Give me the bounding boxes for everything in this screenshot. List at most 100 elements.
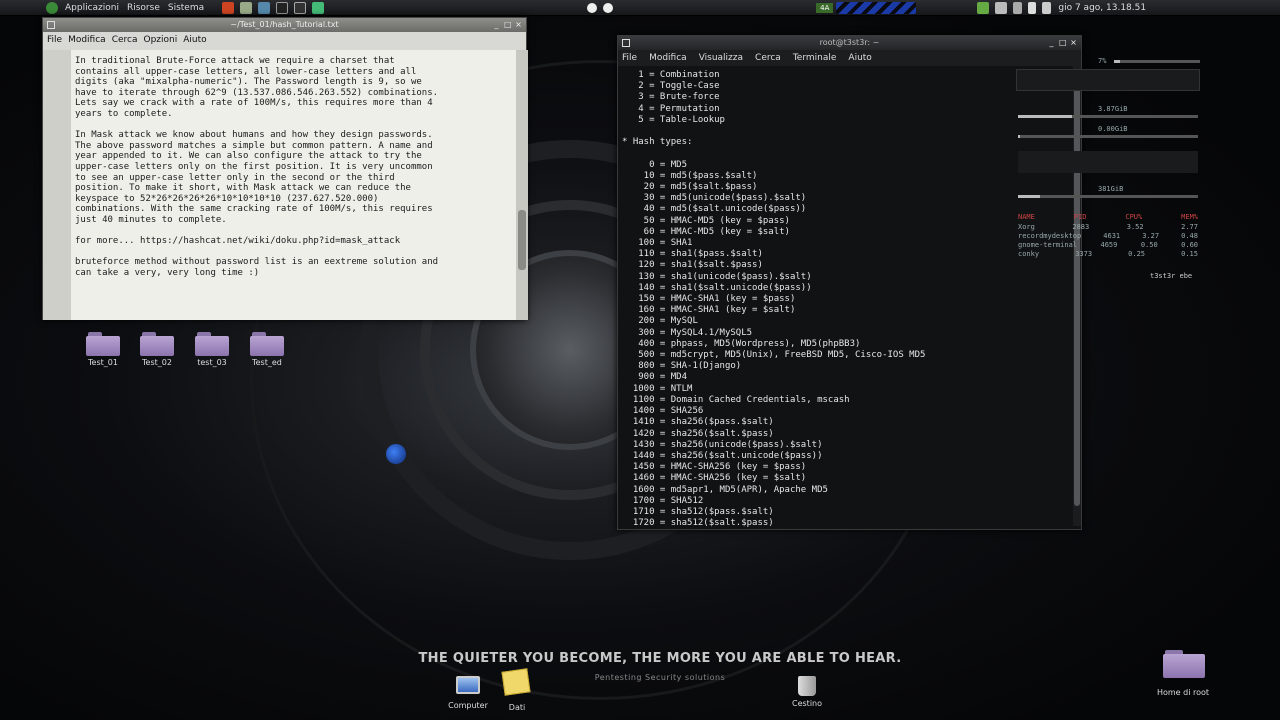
minimize-icon[interactable]: _ [493,18,500,32]
trash-label[interactable]: Cestino [772,699,842,708]
editor-titlebar[interactable]: ~/Test_01/hash_Tutorial.txt _ □ × [43,18,526,32]
filezilla-icon[interactable] [222,1,235,14]
editor-line: position. To make it short, with Mask at… [75,183,411,194]
terminal-line: 1430 = sha256(unicode($pass).$salt) [622,439,823,450]
scrollbar-thumb[interactable] [518,210,526,270]
clock[interactable]: gio 7 ago, 13.18.51 [1054,0,1150,16]
terminal-line: 1100 = Domain Cached Credentials, mscash [622,394,850,405]
editor-title: ~/Test_01/hash_Tutorial.txt [230,20,339,29]
menu-sistema[interactable]: Sistema [164,0,208,16]
editor-scrollbar[interactable] [516,50,528,320]
kali-menu-icon[interactable] [46,1,58,14]
editor-line: In Mask attack we know about humans and … [75,130,433,141]
folder-label[interactable]: Test_ed [232,358,302,367]
close-icon[interactable]: × [1070,36,1077,50]
window-menu-icon[interactable] [622,39,630,47]
terminal-line: 4 = Permutation [622,103,720,114]
blue-light-icon [386,444,406,464]
menu-modifica[interactable]: Modifica [68,35,106,45]
editor-line: can take a very, very long time :) [75,267,260,278]
computer-icon[interactable] [456,676,480,694]
network-icon[interactable] [258,1,271,14]
editor-line: bruteforce method without password list … [75,257,439,268]
disk-value: 381GiB [1098,185,1124,193]
user-icon[interactable] [1042,1,1052,14]
cpu-graph [1016,69,1200,91]
maximize-icon[interactable]: □ [504,18,512,32]
menu-cerca[interactable]: Cerca [755,53,781,63]
editor-line: keyspace to 52*26*26*26*26*10*10*10*10 (… [75,193,379,204]
text-editor-icon[interactable] [240,1,253,14]
trash-icon[interactable] [798,676,816,696]
notes-icon[interactable] [501,668,531,696]
media-player-icon[interactable] [587,2,598,13]
web-browser-icon[interactable] [312,1,325,14]
menu-file[interactable]: File [622,53,637,63]
menu-file[interactable]: File [47,35,62,45]
home-folder-icon[interactable] [1163,648,1205,678]
terminal-line: 300 = MySQL4.1/MySQL5 [622,327,753,338]
cpu-percent: 7% [1098,57,1107,65]
menu-visualizza[interactable]: Visualizza [699,53,743,63]
text-editor-window[interactable]: ~/Test_01/hash_Tutorial.txt _ □ × File M… [42,17,528,320]
power-icon[interactable] [995,1,1008,14]
editor-line: The above password matches a simple but … [75,140,433,151]
window-menu-icon[interactable] [47,21,55,29]
folder-icon-test02[interactable] [140,330,174,356]
maximize-icon[interactable]: □ [1059,36,1067,50]
dati-label[interactable]: Dati [482,703,552,712]
folder-icon-test03[interactable] [195,330,229,356]
menu-aiuto[interactable]: Aiuto [183,35,206,45]
menu-risorse[interactable]: Risorse [123,0,164,16]
desktop: Applicazioni Risorse Sistema 4A gio 7 ag… [0,0,1280,720]
folder-icon-test01[interactable] [86,330,120,356]
terminal-launcher-icon[interactable] [276,1,289,14]
terminal-line: 0 = MD5 [622,159,688,170]
menu-terminale[interactable]: Terminale [793,53,837,63]
terminal-line: 160 = HMAC-SHA1 (key = $salt) [622,305,796,316]
terminal-line: 900 = MD4 [622,372,688,383]
editor-menubar: File Modifica Cerca Opzioni Aiuto [43,32,526,48]
terminal-titlebar[interactable]: root@t3st3r: ~ _ □ × [618,36,1081,50]
conky-user: t3st3r ebe [1150,272,1193,280]
ram-value: 3.87GiB [1098,105,1128,113]
terminal-line: 1410 = sha256($pass.$salt) [622,417,774,428]
battery-icon[interactable] [1028,1,1037,14]
terminal-title: root@t3st3r: ~ [819,38,880,47]
terminal-line: 1 = Combination [622,70,720,80]
ram-bar [1018,115,1198,118]
terminal-line: 1440 = sha256($salt.unicode($pass)) [622,450,823,461]
terminal-line: 1000 = NTLM [622,383,693,394]
update-icon[interactable] [977,1,990,14]
terminal-output[interactable]: 1 = Combination 2 = Toggle-Case 3 = Brut… [622,70,1072,529]
editor-content[interactable]: In traditional Brute-Force attack we req… [75,56,505,278]
menu-aiuto[interactable]: Aiuto [848,53,871,63]
tagline: THE QUIETER YOU BECOME, THE MORE YOU ARE… [418,651,902,666]
terminal-line: 30 = md5(unicode($pass).$salt) [622,193,807,204]
close-icon[interactable]: × [515,18,522,32]
monitor-icon[interactable] [294,1,307,14]
terminal-line: 140 = sha1($salt.unicode($pass)) [622,282,812,293]
menu-cerca[interactable]: Cerca [112,35,138,45]
terminal-line: 40 = md5($salt.unicode($pass)) [622,204,807,215]
menu-applicazioni[interactable]: Applicazioni [61,0,123,16]
volume-icon[interactable] [1013,1,1023,14]
editor-line: upper-case letters only on the first pos… [75,161,433,172]
line-number-gutter [43,50,71,320]
editor-line: years to complete. [75,108,173,119]
process-row: recordmydesktop 4631 3.27 0.48 [1018,232,1198,240]
workspace-indicator[interactable]: 4A [816,2,834,13]
terminal-line: 50 = HMAC-MD5 (key = $pass) [622,215,790,226]
menu-modifica[interactable]: Modifica [649,53,687,63]
editor-text-area[interactable]: In traditional Brute-Force attack we req… [43,50,528,320]
folder-icon-tested[interactable] [250,330,284,356]
terminal-line: 10 = md5($pass.$salt) [622,170,758,181]
minimize-icon[interactable]: _ [1048,36,1055,50]
media-player-icon[interactable] [603,2,614,13]
menu-opzioni[interactable]: Opzioni [143,35,177,45]
process-row: conky 3373 0.25 0.15 [1018,250,1198,258]
editor-line: to see an upper-case letter only in the … [75,172,395,183]
home-label[interactable]: Home di root [1150,688,1216,698]
